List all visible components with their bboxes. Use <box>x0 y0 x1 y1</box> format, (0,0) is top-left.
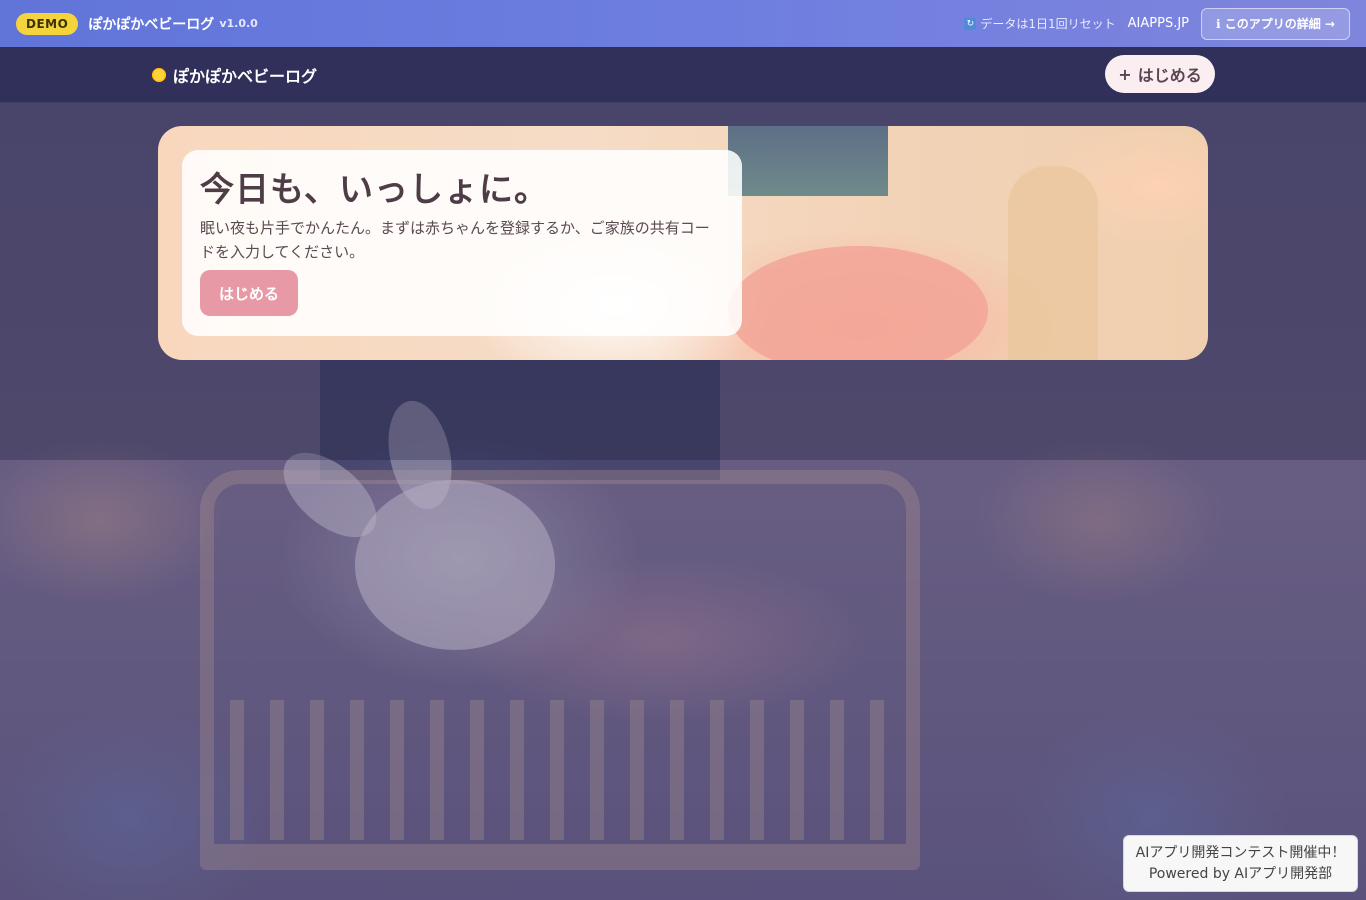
app-logo[interactable]: ぽかぽかベビーログ <box>150 63 317 87</box>
hero-blanket-illustration <box>728 246 988 360</box>
app-logo-text: ぽかぽかベビーログ <box>173 67 318 86</box>
app-details-button[interactable]: ℹ このアプリの詳細 → <box>1201 7 1350 40</box>
demo-badge: DEMO <box>16 12 79 35</box>
aiapps-link[interactable]: AIAPPS.JP <box>1128 16 1189 31</box>
header-start-button[interactable]: + はじめる <box>1105 55 1215 93</box>
hero-description: 眠い夜も片手でかんたん。まずは赤ちゃんを登録するか、ご家族の共有コードを入力して… <box>200 219 710 261</box>
hero-banner: 今日も、いっしょに。 眠い夜も片手でかんたん。まずは赤ちゃんを登録するか、ご家族… <box>158 126 1208 360</box>
hero-card: 今日も、いっしょに。 眠い夜も片手でかんたん。まずは赤ちゃんを登録するか、ご家族… <box>182 150 742 336</box>
refresh-icon: ↻ <box>964 17 977 30</box>
hero-start-button[interactable]: はじめる <box>200 270 298 316</box>
reset-note-text: データは1日1回リセット <box>980 17 1116 31</box>
hero-title: 今日も、いっしょに。 <box>200 170 549 210</box>
bg-lower-overlay <box>0 460 1366 900</box>
demo-app-name: ぽかぽかベビーログ <box>88 16 215 33</box>
app-header: ぽかぽかベビーログ + はじめる <box>0 47 1366 103</box>
demo-bar-right: ↻ データは1日1回リセット AIAPPS.JP ℹ このアプリの詳細 → <box>964 7 1350 40</box>
sun-icon <box>150 66 168 84</box>
hero-window-illustration <box>728 126 888 196</box>
plus-icon: + <box>1118 64 1132 84</box>
contest-badge-line2: Powered by AIアプリ開発部 <box>1148 866 1333 882</box>
header-start-label: はじめる <box>1137 66 1202 85</box>
hero-crib-illustration <box>1008 166 1098 360</box>
contest-badge[interactable]: AIアプリ開発コンテスト開催中！ Powered by AIアプリ開発部 <box>1123 835 1358 892</box>
contest-badge-line1: AIアプリ開発コンテスト開催中！ <box>1135 845 1346 861</box>
demo-version: v1.0.0 <box>219 17 258 30</box>
reset-note: ↻ データは1日1回リセット <box>964 15 1116 32</box>
demo-bar: DEMO ぽかぽかベビーログ v1.0.0 ↻ データは1日1回リセット AIA… <box>0 0 1366 47</box>
